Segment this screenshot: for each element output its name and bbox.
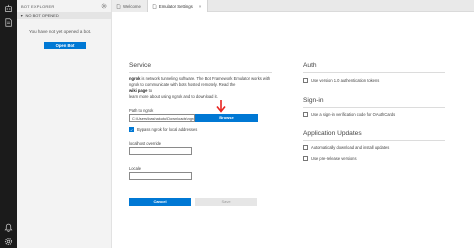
ngrok-term: ngrok bbox=[129, 76, 141, 81]
ngrok-path-input[interactable]: C:\Users\bashakutu\Downloads\ngrok-stabl… bbox=[129, 114, 195, 122]
checkmark-icon bbox=[130, 128, 133, 131]
description-text: is network tunneling software. The Bot F… bbox=[140, 76, 271, 81]
gear-icon[interactable] bbox=[101, 3, 107, 9]
signin-code-label: Use a sign-in verification code for OAut… bbox=[311, 112, 396, 117]
annotation-arrow-browse bbox=[216, 100, 226, 113]
close-icon[interactable]: × bbox=[199, 4, 202, 9]
bot-explorer-panel: BOT EXPLORER ▼ NO BOT OPENED You have no… bbox=[17, 0, 112, 248]
activity-bar bbox=[0, 0, 17, 248]
bypass-ngrok-checkbox[interactable] bbox=[129, 127, 134, 132]
cancel-button[interactable]: Cancel bbox=[129, 198, 191, 206]
explorer-header: BOT EXPLORER bbox=[17, 0, 111, 12]
prerelease-label: Use pre-release versions bbox=[311, 156, 357, 161]
tab-label: Emulator Settings bbox=[158, 3, 193, 9]
tab-bar: Welcome Emulator Settings × bbox=[112, 0, 474, 12]
document-icon[interactable] bbox=[3, 17, 14, 28]
document-icon bbox=[152, 3, 157, 9]
bypass-ngrok-label: Bypass ngrok for local addresses bbox=[137, 127, 198, 132]
signin-code-checkbox[interactable] bbox=[303, 112, 308, 117]
gear-icon[interactable] bbox=[3, 236, 14, 247]
localhost-override-input[interactable] bbox=[129, 147, 192, 155]
bypass-ngrok-row[interactable]: Bypass ngrok for local addresses bbox=[129, 127, 197, 132]
auth-token-checkbox[interactable] bbox=[303, 78, 308, 83]
path-label: Path to ngrok bbox=[129, 108, 154, 113]
divider bbox=[303, 72, 445, 73]
signin-code-row[interactable]: Use a sign-in verification code for OAut… bbox=[303, 112, 395, 117]
tab-emulator-settings[interactable]: Emulator Settings × bbox=[147, 0, 209, 12]
save-button[interactable]: Save bbox=[195, 198, 257, 206]
auth-token-label: Use version 1.0 authentication tokens bbox=[311, 78, 380, 83]
prerelease-row[interactable]: Use pre-release versions bbox=[303, 156, 357, 161]
divider bbox=[303, 140, 445, 141]
document-icon bbox=[116, 3, 121, 9]
empty-state-text: You have not yet opened a bot. bbox=[29, 29, 92, 34]
service-description: ngrok is network tunneling software. The… bbox=[129, 76, 294, 100]
open-bot-button[interactable]: Open Bot bbox=[44, 42, 86, 49]
section-label: NO BOT OPENED bbox=[25, 13, 59, 18]
description-text: learn more about using ngrok and to down… bbox=[129, 94, 218, 99]
auto-update-row[interactable]: Automatically download and install updat… bbox=[303, 145, 389, 150]
description-text: ngrok to communicate with bots hosted re… bbox=[129, 82, 236, 87]
auth-token-row[interactable]: Use version 1.0 authentication tokens bbox=[303, 78, 379, 83]
robot-icon[interactable] bbox=[3, 3, 14, 14]
tab-welcome[interactable]: Welcome bbox=[112, 0, 148, 12]
auto-update-checkbox[interactable] bbox=[303, 145, 308, 150]
updates-title: Application Updates bbox=[303, 130, 362, 137]
tab-label: Welcome bbox=[123, 3, 141, 9]
bell-icon[interactable] bbox=[3, 222, 14, 233]
prerelease-checkbox[interactable] bbox=[303, 156, 308, 161]
description-line: learn more about using ngrok and to down… bbox=[129, 94, 294, 100]
divider bbox=[303, 107, 445, 108]
explorer-title: BOT EXPLORER bbox=[21, 3, 55, 9]
wiki-page-link[interactable]: wiki page bbox=[129, 88, 147, 93]
auto-update-label: Automatically download and install updat… bbox=[311, 145, 390, 150]
auth-title: Auth bbox=[303, 62, 317, 69]
localhost-override-label: localhost override bbox=[129, 141, 162, 146]
no-bot-section-header[interactable]: ▼ NO BOT OPENED bbox=[17, 12, 111, 19]
signin-title: Sign-in bbox=[303, 97, 324, 104]
chevron-down-icon: ▼ bbox=[20, 13, 24, 18]
service-title: Service bbox=[129, 62, 151, 69]
locale-label: Locale bbox=[129, 166, 142, 171]
locale-input[interactable] bbox=[129, 172, 192, 180]
description-text: to bbox=[147, 88, 152, 93]
browse-button[interactable]: Browse bbox=[195, 114, 258, 122]
divider bbox=[129, 72, 272, 73]
